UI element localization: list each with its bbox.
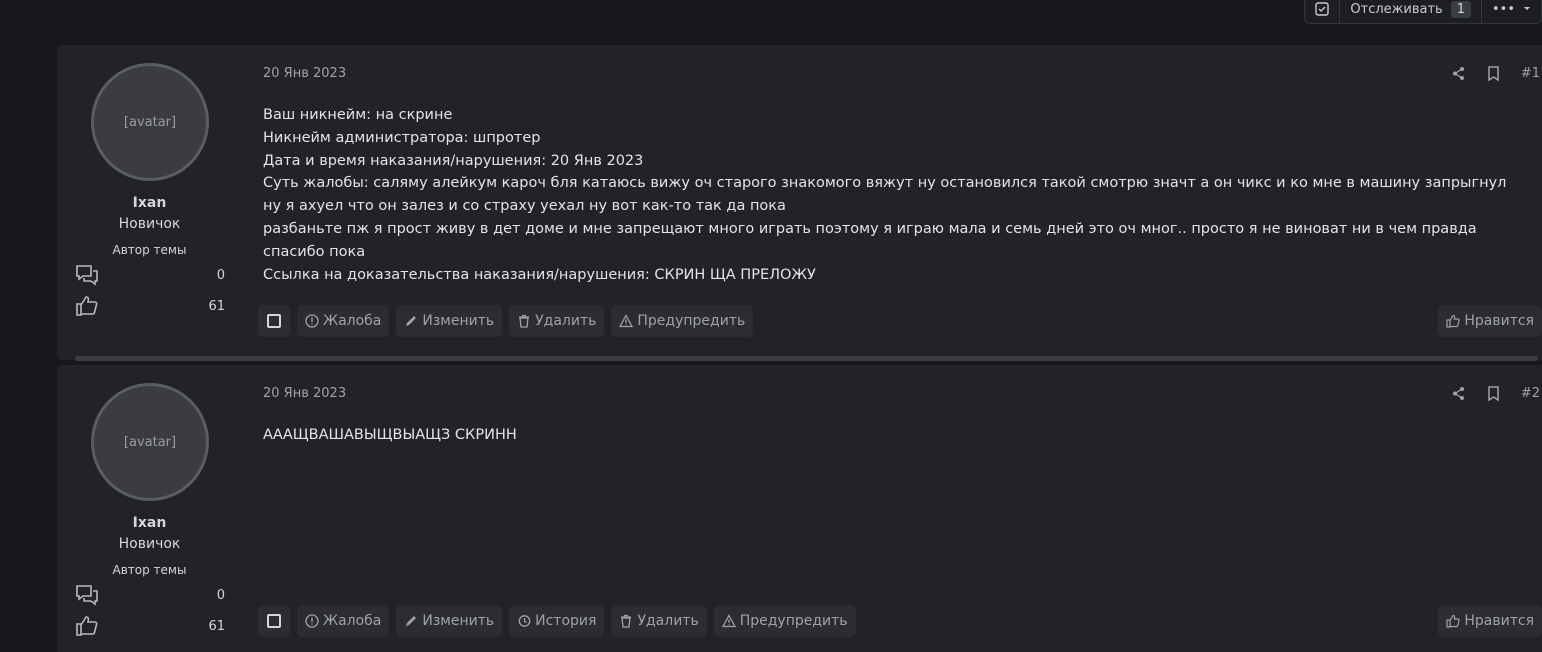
messages-stat: 0 xyxy=(75,584,225,606)
post-date[interactable]: 20 Янв 2023 xyxy=(263,66,346,81)
post-divider xyxy=(75,356,1538,361)
thread-toolbar: Отслеживать 1 ••• xyxy=(1304,0,1542,24)
share-icon[interactable] xyxy=(1451,386,1466,401)
post-line: Ссылка на доказательства наказания/наруш… xyxy=(263,266,816,283)
post-2: [avatar] Ixan Новичок Автор темы 0 61 20… xyxy=(57,365,1542,652)
trash-icon xyxy=(621,614,632,628)
like-label: Нравится xyxy=(1464,613,1534,629)
post-footer-actions: Жалоба Изменить Удалить Предупредить xyxy=(258,305,754,337)
post-date[interactable]: 20 Янв 2023 xyxy=(263,386,346,401)
edit-label: Изменить xyxy=(422,613,495,629)
history-icon xyxy=(518,615,531,627)
speech-bubbles-icon xyxy=(76,265,98,286)
post-body: Ваш никнейм: на скрине Никнейм администр… xyxy=(263,104,1528,286)
checkbox-icon xyxy=(267,614,281,628)
delete-label: Удалить xyxy=(637,613,699,629)
warn-button[interactable]: Предупредить xyxy=(611,305,754,337)
thumbs-up-icon xyxy=(1446,314,1461,328)
edit-label: Изменить xyxy=(422,313,495,329)
avatar[interactable]: [avatar] xyxy=(91,63,209,181)
post-line: Никнейм администратора: шпротер xyxy=(263,129,541,146)
bookmark-icon[interactable] xyxy=(1486,386,1501,401)
likes-count: 61 xyxy=(208,618,225,634)
likes-count: 61 xyxy=(208,298,225,314)
post-number-link[interactable]: #1 xyxy=(1521,66,1540,81)
report-label: Жалоба xyxy=(323,313,382,329)
pencil-icon xyxy=(406,616,417,626)
post-line: Дата и время наказания/нарушения: 20 Янв… xyxy=(263,152,644,169)
warning-circle-icon xyxy=(305,614,319,628)
trash-icon xyxy=(519,314,530,328)
username[interactable]: Ixan xyxy=(57,515,242,531)
post-top-actions: #2 xyxy=(1451,386,1542,401)
watch-label: Отслеживать xyxy=(1350,1,1443,17)
report-button[interactable]: Жалоба xyxy=(297,305,390,337)
more-icon: ••• xyxy=(1491,1,1515,17)
checkbox-icon xyxy=(1315,2,1330,16)
watch-label-button[interactable]: Отслеживать 1 xyxy=(1340,0,1482,23)
like-button[interactable]: Нравится xyxy=(1438,305,1542,337)
thread-author-banner: Автор темы xyxy=(112,243,187,257)
messages-count: 0 xyxy=(216,267,225,283)
post-line: Ваш никнейм: на скрине xyxy=(263,107,453,123)
watch-count-badge: 1 xyxy=(1450,0,1471,18)
messages-stat: 0 xyxy=(75,264,225,286)
avatar[interactable]: [avatar] xyxy=(91,383,209,501)
history-button[interactable]: История xyxy=(509,605,605,637)
watch-button[interactable] xyxy=(1305,0,1341,23)
edit-button[interactable]: Изменить xyxy=(396,305,503,337)
thumbs-up-icon xyxy=(76,296,98,316)
history-label: История xyxy=(535,613,597,629)
thread-author-banner: Автор темы xyxy=(112,563,187,577)
warn-label: Предупредить xyxy=(739,613,848,629)
post-body: АААЩВАШАВЫЩВЫАЩЗ СКРИНН xyxy=(263,424,1528,447)
post-line: Суть жалобы: саляму алейкум кароч бля ка… xyxy=(263,175,1507,215)
post-line: разбаньте пж я прост живу в дет доме и м… xyxy=(263,220,1477,260)
select-post-checkbox[interactable] xyxy=(258,305,290,337)
delete-button[interactable]: Удалить xyxy=(611,605,707,637)
post-number-link[interactable]: #2 xyxy=(1521,386,1540,401)
messages-count: 0 xyxy=(216,587,225,603)
pencil-icon xyxy=(406,316,417,326)
post-footer-actions: Жалоба Изменить История Удалить Предупре… xyxy=(258,605,856,637)
edit-button[interactable]: Изменить xyxy=(396,605,503,637)
chevron-down-icon xyxy=(1524,7,1530,10)
select-post-checkbox[interactable] xyxy=(258,605,290,637)
user-title: Новичок xyxy=(118,536,181,552)
warning-triangle-icon xyxy=(619,314,634,328)
like-button[interactable]: Нравится xyxy=(1438,605,1542,637)
user-title: Новичок xyxy=(118,216,181,232)
username[interactable]: Ixan xyxy=(57,195,242,211)
checkbox-icon xyxy=(267,314,281,328)
thumbs-up-icon xyxy=(1446,614,1461,628)
post-1: [avatar] Ixan Новичок Автор темы 0 61 20… xyxy=(57,45,1542,360)
warn-button[interactable]: Предупредить xyxy=(713,605,856,637)
thumbs-up-icon xyxy=(76,616,98,636)
delete-button[interactable]: Удалить xyxy=(509,305,605,337)
post-top-actions: #1 xyxy=(1451,66,1542,81)
likes-stat: 61 xyxy=(75,615,225,637)
post-line: АААЩВАШАВЫЩВЫАЩЗ СКРИНН xyxy=(263,427,517,443)
warning-circle-icon xyxy=(305,314,319,328)
like-label: Нравится xyxy=(1464,313,1534,329)
delete-label: Удалить xyxy=(535,313,597,329)
warn-label: Предупредить xyxy=(637,313,746,329)
likes-stat: 61 xyxy=(75,295,225,317)
report-button[interactable]: Жалоба xyxy=(297,605,390,637)
report-label: Жалоба xyxy=(323,613,382,629)
warning-triangle-icon xyxy=(721,614,736,628)
bookmark-icon[interactable] xyxy=(1486,66,1501,81)
more-menu-button[interactable]: ••• xyxy=(1482,0,1541,23)
speech-bubbles-icon xyxy=(76,585,98,606)
share-icon[interactable] xyxy=(1451,66,1466,81)
